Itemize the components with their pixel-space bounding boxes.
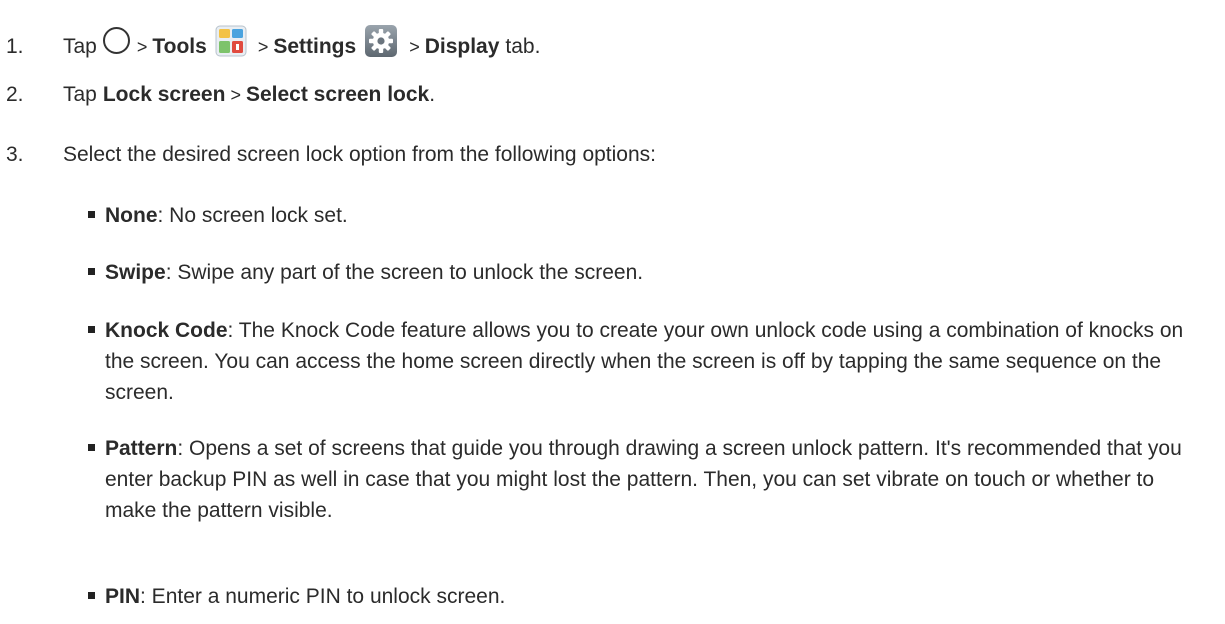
option-description: : No screen lock set. [157, 204, 348, 227]
select-screen-lock-label: Select screen lock [245, 83, 430, 106]
option-label: Pattern [105, 437, 178, 460]
option-label: Swipe [105, 261, 166, 284]
settings-label: Settings [273, 35, 357, 58]
option-pattern: Pattern: Opens a set of screens that gui… [88, 433, 1198, 526]
step-number: 3. [6, 143, 24, 166]
option-swipe: Swipe: Swipe any part of the screen to u… [88, 257, 1198, 288]
option-label: PIN [105, 585, 141, 608]
bullet-square-icon [88, 326, 95, 333]
bullet-square-icon [88, 211, 95, 218]
option-description: : Enter a numeric PIN to unlock screen. [140, 585, 506, 608]
step-3: 3. Select the desired screen lock option… [6, 142, 656, 168]
bullet-square-icon [88, 592, 95, 599]
option-knock-code: Knock Code: The Knock Code feature allow… [88, 315, 1198, 408]
step-number: 1. [6, 35, 24, 58]
bullet-square-icon [88, 268, 95, 275]
option-label: Knock Code [105, 319, 228, 342]
lock-screen-label: Lock screen [102, 83, 226, 106]
option-none: None: No screen lock set. [88, 200, 1198, 231]
option-description: : Opens a set of screens that guide you … [105, 437, 1182, 522]
option-label: None [105, 204, 158, 227]
step-text: Select the desired screen lock option fr… [63, 143, 656, 166]
option-description: : Swipe any part of the screen to unlock… [165, 261, 644, 284]
tools-folder-icon [215, 25, 247, 57]
option-description: : The Knock Code feature allows you to c… [105, 319, 1184, 404]
bullet-square-icon [88, 444, 95, 451]
separator: > [230, 85, 241, 105]
step-text-tap: Tap [63, 83, 97, 106]
step-1: 1. Tap > Tools > Settings > Display tab. [6, 25, 541, 64]
option-pin: PIN: Enter a numeric PIN to unlock scree… [88, 581, 1198, 612]
settings-gear-icon [364, 24, 398, 58]
step-number: 2. [6, 83, 24, 106]
home-circle-icon [102, 26, 130, 54]
tools-label: Tools [152, 35, 207, 58]
display-label: Display [424, 35, 500, 58]
step-text-tap: Tap [63, 35, 97, 58]
separator: > [257, 37, 269, 57]
separator: > [136, 37, 148, 57]
step-2: 2. Tap Lock screen > Select screen lock … [6, 82, 435, 108]
separator: > [409, 37, 420, 57]
step-text-tab: tab. [505, 35, 541, 58]
instruction-document: 1. Tap > Tools > Settings > Display tab.… [0, 0, 1225, 624]
period: . [429, 83, 436, 106]
